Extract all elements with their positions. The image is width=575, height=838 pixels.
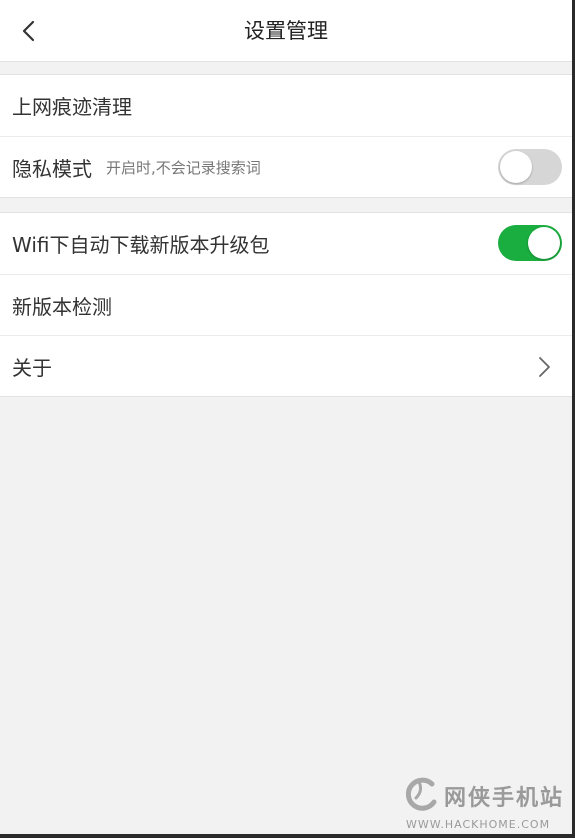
chevron-right-icon (539, 357, 550, 377)
about-row[interactable]: 关于 (0, 335, 572, 396)
watermark-url: WWW.HACKHOME.COM (406, 818, 551, 831)
check-update-label: 新版本检测 (12, 294, 112, 319)
settings-group-privacy: 上网痕迹清理 隐私模式 开启时,不会记录搜索词 (0, 74, 572, 198)
privacy-mode-label: 隐私模式 (12, 156, 92, 181)
bottom-border (0, 834, 575, 838)
clear-history-label: 上网痕迹清理 (12, 95, 132, 119)
hackhome-logo-icon (405, 777, 437, 811)
wifi-auto-download-label: Wifi下自动下载新版本升级包 (12, 233, 270, 257)
page-title: 设置管理 (244, 19, 328, 43)
settings-screen: 设置管理 上网痕迹清理 隐私模式 开启时,不会记录搜索词 Wifi下自动下载新版… (0, 0, 575, 838)
wifi-auto-download-toggle[interactable] (498, 225, 562, 261)
watermark-text: 网侠手机站 (444, 786, 565, 811)
check-update-row[interactable]: 新版本检测 (0, 274, 572, 335)
header-bar: 设置管理 (0, 0, 572, 62)
clear-history-row[interactable]: 上网痕迹清理 (0, 75, 572, 136)
toggle-knob (528, 227, 560, 259)
settings-group-update: Wifi下自动下载新版本升级包 新版本检测 关于 (0, 212, 572, 397)
about-label: 关于 (12, 355, 52, 380)
wifi-auto-download-row: Wifi下自动下载新版本升级包 (0, 213, 572, 274)
privacy-mode-description: 开启时,不会记录搜索词 (106, 158, 261, 177)
privacy-mode-row: 隐私模式 开启时,不会记录搜索词 (0, 136, 572, 197)
privacy-mode-toggle[interactable] (498, 149, 562, 185)
watermark: 网侠手机站 WWW.HACKHOME.COM (404, 774, 572, 834)
toggle-knob (500, 151, 532, 183)
